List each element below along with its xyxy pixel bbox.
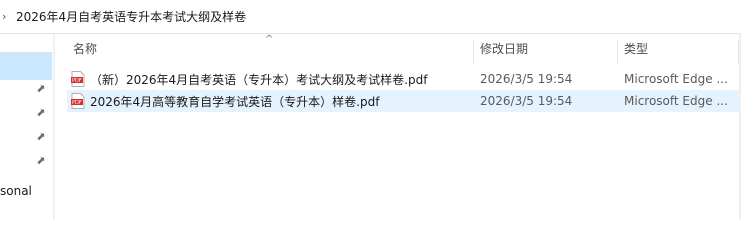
column-divider[interactable]	[617, 40, 618, 64]
pin-icon[interactable]: ⬈	[35, 155, 47, 167]
svg-text:PDF: PDF	[72, 100, 82, 106]
file-name: 2026年4月高等教育自学考试英语（专升本）样卷.pdf	[90, 94, 380, 109]
file-modified-date: 2026/3/5 19:54	[480, 94, 573, 108]
pin-icon[interactable]: ⬈	[35, 131, 47, 143]
file-modified-date: 2026/3/5 19:54	[480, 72, 573, 86]
pin-icon[interactable]: ⬈	[35, 107, 47, 119]
file-type: Microsoft Edge ...	[624, 94, 728, 108]
file-list: ^ 名称 修改日期 类型 PDF （新）2026年4月自考英语（专升本）考试大纲…	[57, 34, 741, 220]
file-explorer-window: › 2026年4月自考英语专升本考试大纲及样卷 ⬈ ⬈ ⬈ ⬈ sonal ^ …	[0, 0, 741, 220]
file-name-cell: PDF （新）2026年4月自考英语（专升本）考试大纲及考试样卷.pdf	[71, 68, 427, 90]
column-divider[interactable]	[473, 40, 474, 64]
pdf-file-icon: PDF	[71, 71, 85, 87]
column-name[interactable]: 名称	[73, 38, 97, 64]
nav-item-personal[interactable]: sonal	[0, 184, 32, 198]
column-type[interactable]: 类型	[624, 38, 648, 64]
svg-text:PDF: PDF	[72, 78, 82, 84]
nav-scrollbar[interactable]	[53, 34, 55, 220]
navigation-pane: ⬈ ⬈ ⬈ ⬈ sonal	[0, 34, 55, 220]
chevron-right-icon[interactable]: ›	[2, 10, 12, 23]
nav-selected-item[interactable]	[0, 52, 52, 80]
file-name-cell: PDF 2026年4月高等教育自学考试英语（专升本）样卷.pdf	[71, 90, 379, 112]
pdf-file-icon: PDF	[71, 93, 85, 109]
column-header: 名称 修改日期 类型	[57, 38, 741, 64]
file-row[interactable]: PDF 2026年4月高等教育自学考试英语（专升本）样卷.pdf 2026/3/…	[67, 90, 741, 112]
file-row[interactable]: PDF （新）2026年4月自考英语（专升本）考试大纲及考试样卷.pdf 202…	[67, 68, 741, 90]
file-name: （新）2026年4月自考英语（专升本）考试大纲及考试样卷.pdf	[90, 72, 428, 87]
breadcrumb[interactable]: 2026年4月自考英语专升本考试大纲及样卷	[16, 8, 246, 25]
address-bar[interactable]: › 2026年4月自考英语专升本考试大纲及样卷	[0, 0, 741, 34]
file-type: Microsoft Edge ...	[624, 72, 728, 86]
pin-icon[interactable]: ⬈	[35, 83, 47, 95]
column-date[interactable]: 修改日期	[480, 38, 528, 64]
